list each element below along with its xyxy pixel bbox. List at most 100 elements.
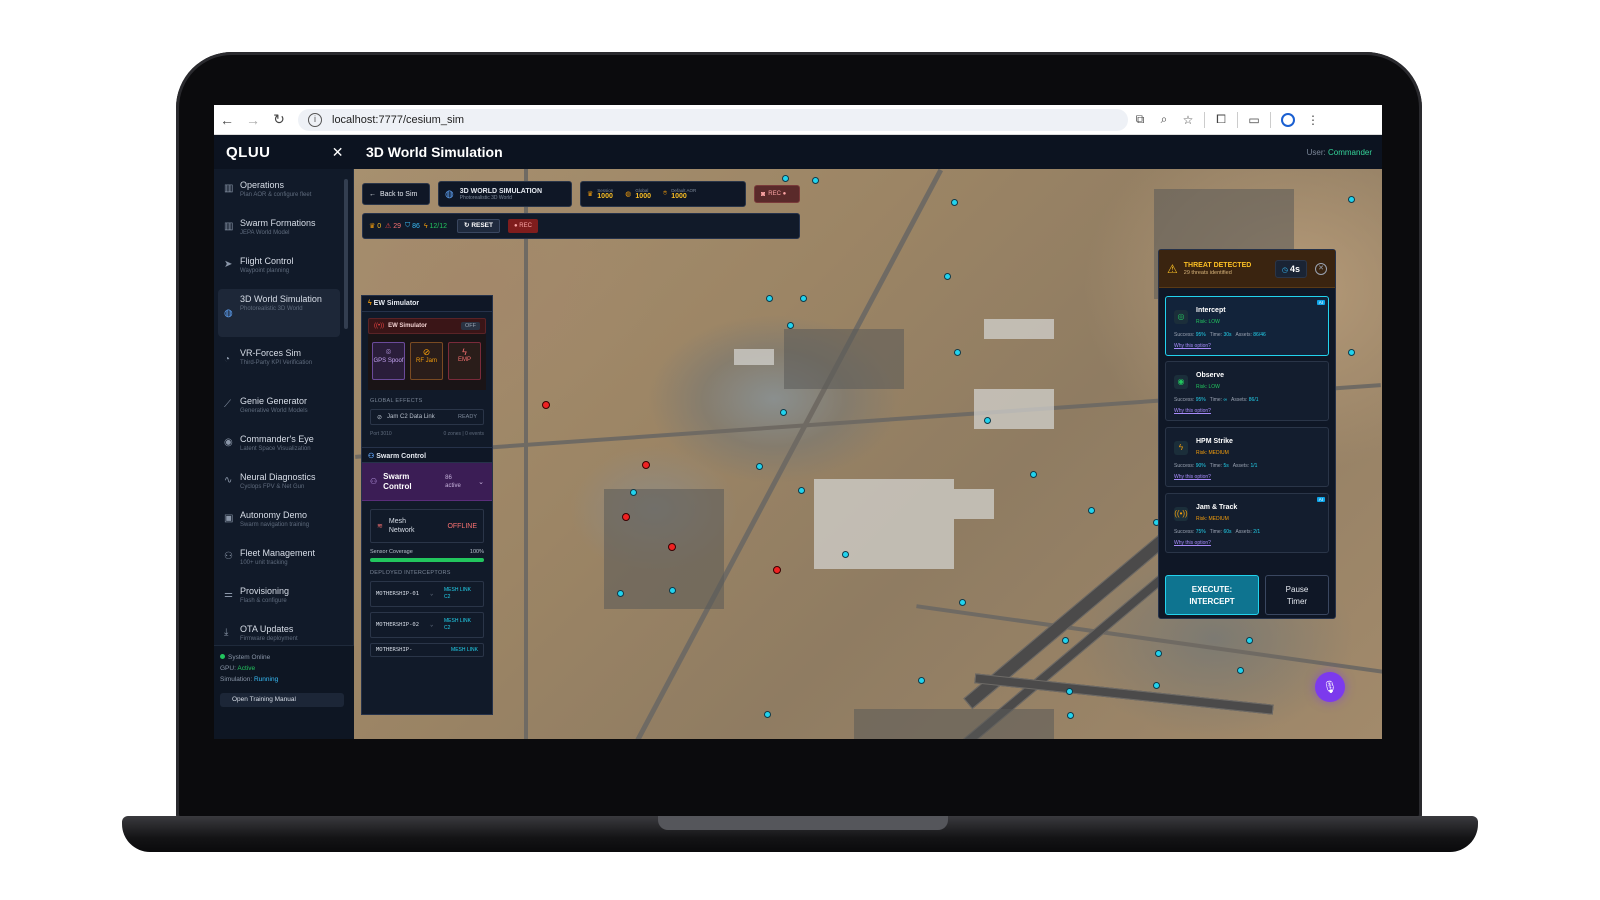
ew-simulator-toggle[interactable]: ((•)) EW Simulator OFF xyxy=(368,318,486,334)
friendly-drone-marker[interactable] xyxy=(1246,637,1253,644)
emp-button[interactable]: ϟ EMP xyxy=(448,342,481,380)
bookmark-star-icon[interactable]: ☆ xyxy=(1176,113,1200,127)
back-to-sim-button[interactable]: ← Back to Sim xyxy=(362,183,430,205)
response-option-intercept[interactable]: ◎ Intercept Risk: LOW Success: 95% Time: 30… xyxy=(1165,296,1329,356)
interceptor-row[interactable]: MOTHERSHIP-02 ⌄ MESH LINK C2 xyxy=(370,612,484,638)
hostile-threat-marker[interactable] xyxy=(542,401,550,409)
sidebar-item-autonomy-demo[interactable]: ▣ Autonomy Demo Swarm navigation training xyxy=(218,505,340,541)
rec-button[interactable]: ● REC xyxy=(507,219,538,233)
microphone-button[interactable]: 🎙 xyxy=(1315,672,1345,702)
friendly-drone-marker[interactable] xyxy=(812,177,819,184)
sidebar-item-operations[interactable]: ▥ Operations Plan AOR & configure fleet xyxy=(218,175,340,211)
gps-spoof-button[interactable]: ⌾ GPS Spoof xyxy=(372,342,405,380)
sidebar-item-genie-generator[interactable]: ⟋ Genie Generator Generative World Models xyxy=(218,391,340,427)
sidebar-scrollbar[interactable] xyxy=(344,179,348,329)
sidebar-item-commanders-eye[interactable]: ◉ Commander's Eye Latent Space Visualizat… xyxy=(218,429,340,465)
ew-state-badge[interactable]: OFF xyxy=(461,322,480,330)
friendly-drone-marker[interactable] xyxy=(842,551,849,558)
response-option-observe[interactable]: ◉ Observe Risk: LOW Success: 95% Time: ∞ As… xyxy=(1165,361,1329,421)
sidebar-item-vr-forces-sim[interactable]: ◔ VR-Forces Sim Third-Party KPI Verificat… xyxy=(218,343,340,387)
swarm-control-toggle[interactable]: ⚇ Swarm Control 86 active ⌄ xyxy=(362,463,492,501)
friendly-drone-marker[interactable] xyxy=(782,175,789,182)
friendly-drone-marker[interactable] xyxy=(764,711,771,718)
reset-button[interactable]: ↻ RESET xyxy=(457,219,500,233)
app-header: QLUU ✕ 3D World Simulation User: Command… xyxy=(214,135,1382,169)
friendly-drone-marker[interactable] xyxy=(1155,650,1162,657)
friendly-drone-marker[interactable] xyxy=(669,587,676,594)
friendly-drone-marker[interactable] xyxy=(630,489,637,496)
more-menu-icon[interactable]: ⋮ xyxy=(1301,113,1325,127)
chevron-down-icon[interactable]: ⌄ xyxy=(478,478,484,486)
friendly-drone-marker[interactable] xyxy=(1348,196,1355,203)
execute-intercept-button[interactable]: EXECUTE: INTERCEPT xyxy=(1165,575,1259,615)
threat-panel: ⚠ THREAT DETECTED 29 threats identified … xyxy=(1158,249,1336,619)
friendly-drone-marker[interactable] xyxy=(944,273,951,280)
port-label: Port 3010 xyxy=(370,431,392,437)
rf-jam-button[interactable]: ⊘ RF Jam xyxy=(410,342,443,380)
friendly-drone-marker[interactable] xyxy=(1030,471,1037,478)
mesh-network-toggle[interactable]: ≋ Mesh Network OFFLINE xyxy=(370,509,484,543)
sidebar-item-flight-control[interactable]: ➤ Flight Control Waypoint planning xyxy=(218,251,340,287)
open-training-manual-button[interactable]: Open Training Manual xyxy=(220,693,344,707)
friendly-drone-marker[interactable] xyxy=(954,349,961,356)
friendly-drone-marker[interactable] xyxy=(798,487,805,494)
friendly-drone-marker[interactable] xyxy=(1067,712,1074,719)
friendly-drone-marker[interactable] xyxy=(787,322,794,329)
hostile-threat-marker[interactable] xyxy=(773,566,781,574)
close-sidebar-icon[interactable]: ✕ xyxy=(332,144,344,161)
browser-bar: ← → ↻ i localhost:7777/cesium_sim ⧉ ⌕ ☆ … xyxy=(214,105,1382,135)
sidebar-item-swarm-formations[interactable]: ▥ Swarm Formations JEPA World Model xyxy=(218,213,340,249)
jam-c2-button[interactable]: ⊘ Jam C2 Data Link READY xyxy=(370,409,484,425)
why-option-link[interactable]: Why this option? xyxy=(1174,474,1211,480)
hostile-threat-marker[interactable] xyxy=(668,543,676,551)
friendly-drone-marker[interactable] xyxy=(780,409,787,416)
ew-tiles: ⌾ GPS Spoof ⊘ RF Jam ϟ EMP xyxy=(368,334,486,390)
forward-arrow-icon[interactable]: → xyxy=(240,112,266,128)
install-app-icon[interactable]: ⧉ xyxy=(1128,112,1152,127)
zoom-icon[interactable]: ⌕ xyxy=(1152,112,1176,127)
reload-icon[interactable]: ↻ xyxy=(266,111,292,128)
tab-search-icon[interactable]: ▭ xyxy=(1242,113,1266,127)
why-option-link[interactable]: Why this option? xyxy=(1174,343,1211,349)
response-option-hpm-strike[interactable]: ϟ HPM Strike Risk: MEDIUM Success: 90% Time… xyxy=(1165,427,1329,487)
rec-top-button[interactable]: ◙ REC ● xyxy=(754,185,800,203)
sidebar-item-ota-updates[interactable]: ⤓ OTA Updates Firmware deployment xyxy=(218,619,340,645)
close-icon[interactable]: ✕ xyxy=(1315,262,1327,275)
friendly-drone-marker[interactable] xyxy=(1066,688,1073,695)
why-option-link[interactable]: Why this option? xyxy=(1174,540,1211,546)
users-icon: ⚇ xyxy=(224,551,233,562)
friendly-drone-marker[interactable] xyxy=(918,677,925,684)
sidebar-item-provisioning[interactable]: ⚌ Provisioning Flash & configure xyxy=(218,581,340,617)
sidebar-item-neural-diagnostics[interactable]: ∿ Neural Diagnostics Cyclops FPV & Net Gu… xyxy=(218,467,340,503)
hostile-threat-marker[interactable] xyxy=(622,513,630,521)
site-info-icon[interactable]: i xyxy=(308,112,322,127)
friendly-drone-marker[interactable] xyxy=(959,599,966,606)
friendly-drone-marker[interactable] xyxy=(766,295,773,302)
success-label: Success: xyxy=(1174,397,1195,403)
friendly-drone-marker[interactable] xyxy=(1062,637,1069,644)
friendly-drone-marker[interactable] xyxy=(1237,667,1244,674)
back-arrow-icon[interactable]: ← xyxy=(214,112,240,128)
pause-timer-button[interactable]: Pause Timer xyxy=(1265,575,1329,615)
friendly-drone-marker[interactable] xyxy=(617,590,624,597)
response-option-jam-track[interactable]: ((•)) Jam & Track Risk: MEDIUM Success: 75%… xyxy=(1165,493,1329,553)
friendly-drone-marker[interactable] xyxy=(800,295,807,302)
friendly-drone-marker[interactable] xyxy=(1348,349,1355,356)
address-bar[interactable]: i localhost:7777/cesium_sim xyxy=(298,108,1128,131)
friendly-drone-marker[interactable] xyxy=(984,417,991,424)
sidebar-item-3d-world-simulation[interactable]: ◍ 3D World Simulation Photorealistic 3D W… xyxy=(218,289,340,337)
hostile-threat-marker[interactable] xyxy=(642,461,650,469)
interceptor-row[interactable]: MOTHERSHIP-01 ⌄ MESH LINK C2 xyxy=(370,581,484,607)
friendly-drone-marker[interactable] xyxy=(1088,507,1095,514)
why-option-link[interactable]: Why this option? xyxy=(1174,408,1211,414)
friendly-drone-marker[interactable] xyxy=(951,199,958,206)
option-metrics: Success: 95% Time: 30s Assets: 86/46 xyxy=(1174,332,1266,338)
sidebar-item-fleet-management[interactable]: ⚇ Fleet Management 100+ unit tracking xyxy=(218,543,340,579)
friendly-drone-marker[interactable] xyxy=(1153,682,1160,689)
sidebar-item-label: Fleet Management xyxy=(240,548,316,558)
interceptor-row[interactable]: MOTHERSHIP- MESH LINK xyxy=(370,643,484,657)
simulation-row: Simulation: Running xyxy=(220,674,348,685)
profile-avatar-icon[interactable] xyxy=(1281,112,1295,127)
extensions-icon[interactable]: ⧠ xyxy=(1209,112,1233,127)
friendly-drone-marker[interactable] xyxy=(756,463,763,470)
